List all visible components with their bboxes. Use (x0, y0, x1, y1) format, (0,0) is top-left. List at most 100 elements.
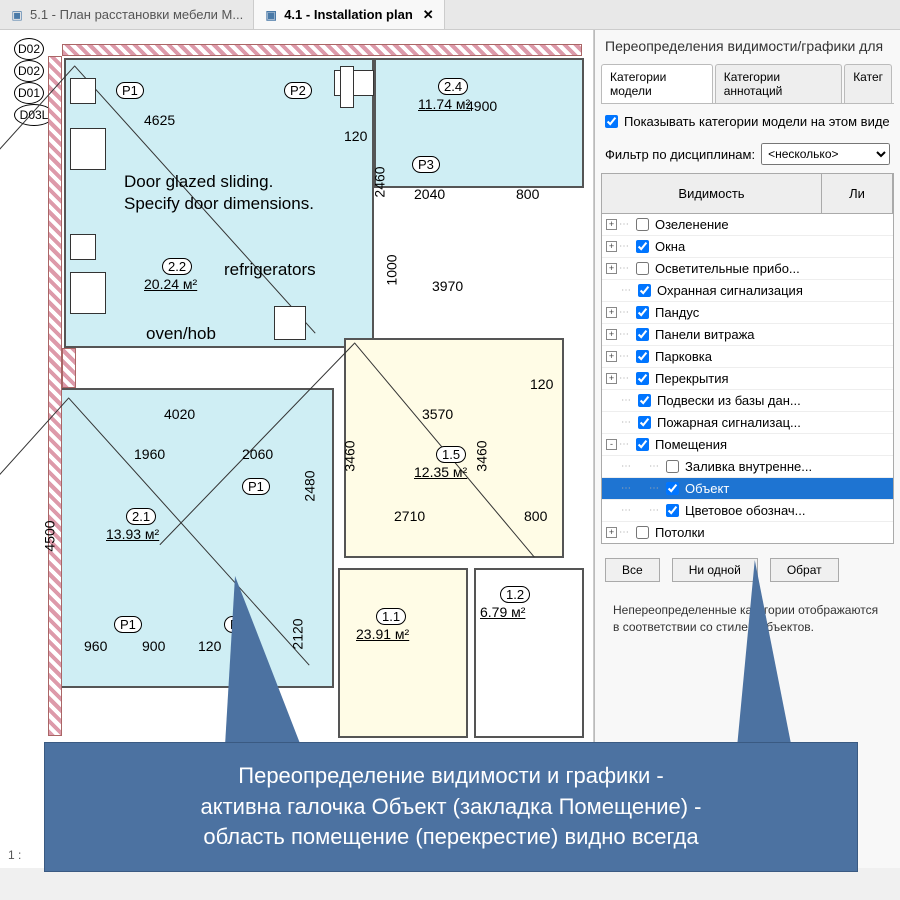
room-num: 1.1 (376, 608, 406, 625)
panel-subtabs: Категории модели Категории аннотаций Кат… (601, 64, 894, 104)
room-num: 2.2 (162, 258, 192, 275)
dim: 3460 (474, 440, 490, 471)
room-area: 13.93 м² (106, 526, 159, 542)
dim: 2710 (394, 508, 425, 524)
tree-node-label: Осветительные прибо... (655, 261, 800, 276)
expand-icon[interactable]: + (606, 373, 617, 384)
visibility-checkbox[interactable] (636, 218, 649, 231)
visibility-checkbox[interactable] (638, 416, 651, 429)
room-area: 20.24 м² (144, 276, 197, 292)
expand-icon[interactable]: + (606, 263, 617, 274)
dim: 4500 (42, 520, 58, 551)
visibility-checkbox[interactable] (636, 262, 649, 275)
tree-node-label: Охранная сигнализация (657, 283, 803, 298)
tree-node[interactable]: +⋯Потолки (602, 522, 893, 544)
dim: 800 (524, 508, 547, 524)
dim: 2040 (414, 186, 445, 202)
dim: 3460 (342, 440, 358, 471)
tag-p1: P1 (242, 478, 270, 495)
tree-node[interactable]: ⋯Пожарная сигнализац... (602, 412, 893, 434)
visibility-checkbox[interactable] (636, 526, 649, 539)
subtab-annotation-categories[interactable]: Категории аннотаций (715, 64, 842, 103)
tree-node[interactable]: +⋯Парковка (602, 346, 893, 368)
visibility-checkbox[interactable] (636, 372, 649, 385)
tree-node-label: Озеленение (655, 217, 729, 232)
tree-node[interactable]: +⋯Перекрытия (602, 368, 893, 390)
dim: 2120 (290, 618, 306, 649)
visibility-checkbox[interactable] (636, 328, 649, 341)
tree-node[interactable]: +⋯Осветительные прибо... (602, 258, 893, 280)
room-num: 2.1 (126, 508, 156, 525)
tree-header: Видимость Ли (601, 173, 894, 214)
dim: 2460 (372, 166, 388, 197)
tree-node[interactable]: ⋯Подвески из базы дан... (602, 390, 893, 412)
visibility-checkbox[interactable] (638, 394, 651, 407)
expand-icon[interactable]: + (606, 329, 617, 340)
visibility-checkbox[interactable] (636, 438, 649, 451)
visibility-checkbox[interactable] (636, 306, 649, 319)
tree-node-label: Парковка (655, 349, 712, 364)
tree-node[interactable]: ⋯⋯Заливка внутренне... (602, 456, 893, 478)
tab-label: 4.1 - Installation plan (284, 7, 413, 22)
tag-p3: P3 (412, 156, 440, 173)
subtab-more[interactable]: Катег (844, 64, 892, 103)
note-door: Door glazed sliding. (124, 172, 273, 192)
tree-node-label: Подвески из базы дан... (657, 393, 801, 408)
category-tree[interactable]: +⋯Озеленение+⋯Окна+⋯Осветительные прибо.… (601, 214, 894, 544)
dim: 3570 (422, 406, 453, 422)
tree-node[interactable]: ⋯⋯Цветовое обознач... (602, 500, 893, 522)
panel-title: Переопределения видимости/графики для (595, 30, 900, 58)
tree-node[interactable]: ⋯Охранная сигнализация (602, 280, 893, 302)
tree-node-label: Пожарная сигнализац... (657, 415, 801, 430)
all-button[interactable]: Все (605, 558, 660, 582)
expand-icon[interactable]: + (606, 527, 617, 538)
dim: 1000 (384, 254, 400, 285)
tree-node[interactable]: +⋯Озеленение (602, 214, 893, 236)
visibility-checkbox[interactable] (666, 460, 679, 473)
close-icon[interactable]: ✕ (423, 7, 434, 23)
tag-p1: P1 (116, 82, 144, 99)
expand-icon[interactable]: + (606, 241, 617, 252)
filter-label: Фильтр по дисциплинам: (605, 147, 755, 162)
tree-node[interactable]: -⋯Помещения (602, 434, 893, 456)
status-scale: 1 : (8, 848, 21, 862)
tab-5-1[interactable]: ▣ 5.1 - План расстановки мебели М... (0, 0, 254, 29)
note-refrigerators: refrigerators (224, 260, 316, 280)
dim: 2060 (242, 446, 273, 462)
dim: 1960 (134, 446, 165, 462)
expand-icon[interactable]: + (606, 307, 617, 318)
tab-4-1[interactable]: ▣ 4.1 - Installation plan ✕ (254, 0, 444, 29)
tree-node[interactable]: +⋯Пандус (602, 302, 893, 324)
discipline-filter-select[interactable]: <несколько> (761, 143, 890, 165)
dim: 900 (142, 638, 165, 654)
expand-icon[interactable]: + (606, 351, 617, 362)
expand-icon[interactable]: - (606, 439, 617, 450)
tree-node-label: Перекрытия (655, 371, 729, 386)
expand-icon[interactable]: + (606, 219, 617, 230)
tree-node[interactable]: +⋯Панели витража (602, 324, 893, 346)
visibility-checkbox[interactable] (636, 240, 649, 253)
visibility-checkbox[interactable] (666, 482, 679, 495)
show-categories-label: Показывать категории модели на этом виде (624, 114, 890, 129)
callout-note: Переопределение видимости и графики - ак… (44, 742, 858, 872)
header-lines: Ли (822, 174, 893, 213)
visibility-checkbox[interactable] (638, 284, 651, 297)
tag-d02: D02 (14, 60, 44, 82)
document-icon: ▣ (10, 8, 24, 22)
dim: 4625 (144, 112, 175, 128)
room-area: 11.74 м² (418, 96, 470, 112)
dim: 960 (84, 638, 107, 654)
visibility-checkbox[interactable] (666, 504, 679, 517)
room-num: 2.4 (438, 78, 468, 95)
tree-node[interactable]: +⋯Окна (602, 236, 893, 258)
tree-node[interactable]: ⋯⋯Объект (602, 478, 893, 500)
subtab-model-categories[interactable]: Категории модели (601, 64, 713, 103)
room-num: 1.2 (500, 586, 530, 603)
show-categories-checkbox[interactable] (605, 115, 618, 128)
tag-d02: D02 (14, 38, 44, 60)
visibility-checkbox[interactable] (636, 350, 649, 363)
dim: 3970 (432, 278, 463, 294)
floorplan: 4625 120 4900 2460 2040 800 1000 3970 40… (14, 38, 584, 758)
dim: 4900 (466, 98, 497, 114)
dim: 2480 (302, 470, 318, 501)
